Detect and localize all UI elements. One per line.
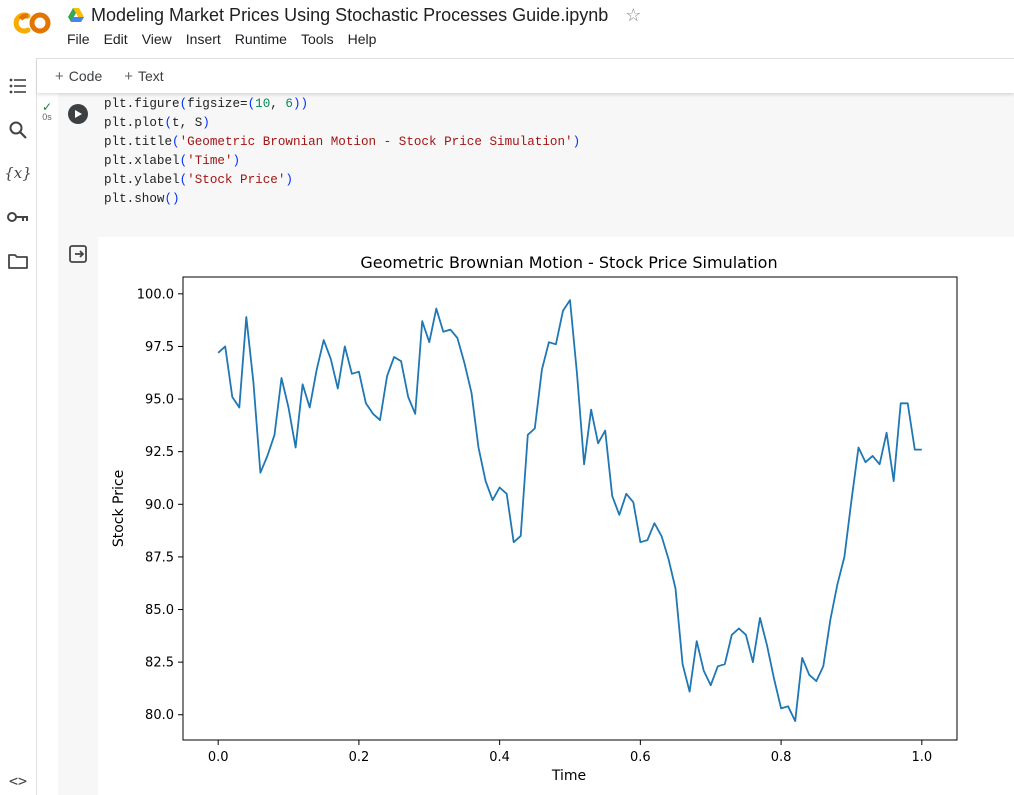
add-text-label: Text	[138, 68, 164, 84]
stock-price-chart: Geometric Brownian Motion - Stock Price …	[111, 253, 958, 784]
add-text-button[interactable]: + Text	[124, 68, 163, 85]
header: Modeling Market Prices Using Stochastic …	[0, 0, 1014, 58]
add-code-label: Code	[68, 68, 103, 84]
plus-icon: +	[124, 67, 133, 85]
execution-status: ✓ 0s	[40, 100, 54, 122]
menu-bar: File Edit View Insert Runtime Tools Help	[60, 31, 383, 47]
play-icon	[75, 110, 82, 118]
code-line: plt.xlabel('Time')	[104, 154, 241, 168]
menu-view[interactable]: View	[135, 31, 179, 47]
y-tick-label: 87.5	[145, 550, 174, 565]
code-line: plt.title('Geometric Brownian Motion - S…	[104, 135, 581, 149]
y-tick-label: 90.0	[145, 498, 174, 513]
x-tick-label: 0.0	[208, 750, 229, 765]
code-line: plt.plot(t, S)	[104, 116, 210, 130]
menu-help[interactable]: Help	[341, 31, 384, 47]
x-tick-label: 1.0	[911, 750, 932, 765]
toc-icon[interactable]	[6, 74, 30, 98]
code-line: plt.figure(figsize=(10, 6))	[104, 97, 309, 111]
code-text[interactable]: plt.figure(figsize=(10, 6)) plt.plot(t, S…	[104, 95, 580, 209]
colab-logo[interactable]	[9, 8, 53, 38]
x-tick-label: 0.8	[771, 750, 792, 765]
menu-tools[interactable]: Tools	[294, 31, 341, 47]
y-tick-label: 80.0	[145, 708, 174, 723]
plus-icon: +	[55, 67, 64, 85]
variables-icon[interactable]: {𝑥}	[4, 161, 32, 185]
secrets-key-icon[interactable]	[6, 205, 30, 229]
cell-gutter	[58, 93, 98, 795]
x-tick-label: 0.4	[489, 750, 510, 765]
menu-runtime[interactable]: Runtime	[228, 31, 294, 47]
x-tick-label: 0.6	[630, 750, 651, 765]
output-actions-icon[interactable]	[68, 244, 88, 264]
x-tick-label: 0.2	[349, 750, 370, 765]
run-cell-button[interactable]	[68, 104, 88, 124]
y-tick-label: 85.0	[145, 603, 174, 618]
notebook-title[interactable]: Modeling Market Prices Using Stochastic …	[91, 5, 608, 26]
y-tick-label: 97.5	[145, 340, 174, 355]
folder-icon[interactable]	[6, 249, 30, 273]
y-tick-label: 82.5	[145, 656, 174, 671]
left-rail: {𝑥} <>	[0, 58, 37, 795]
y-tick-label: 92.5	[145, 445, 174, 460]
checkmark-icon: ✓	[41, 100, 53, 114]
code-line: plt.ylabel('Stock Price')	[104, 173, 293, 187]
execution-time: 0s	[42, 112, 52, 122]
add-code-button[interactable]: + Code	[55, 68, 102, 85]
title-row: Modeling Market Prices Using Stochastic …	[68, 3, 641, 27]
y-axis-label: Stock Price	[111, 470, 127, 547]
star-icon[interactable]: ☆	[625, 6, 641, 24]
menu-edit[interactable]: Edit	[97, 31, 135, 47]
google-drive-icon[interactable]	[68, 8, 84, 22]
menu-insert[interactable]: Insert	[179, 31, 228, 47]
code-line: plt.show()	[104, 192, 180, 206]
y-tick-label: 95.0	[145, 393, 174, 408]
x-axis-label: Time	[551, 768, 586, 784]
menu-file[interactable]: File	[60, 31, 97, 47]
search-icon[interactable]	[6, 118, 30, 142]
code-snippets-icon[interactable]: <>	[6, 769, 30, 793]
plot-area	[182, 276, 958, 741]
y-tick-label: 100.0	[137, 287, 174, 302]
chart-title: Geometric Brownian Motion - Stock Price …	[360, 253, 777, 272]
notebook-toolbar: + Code + Text	[37, 58, 1014, 93]
